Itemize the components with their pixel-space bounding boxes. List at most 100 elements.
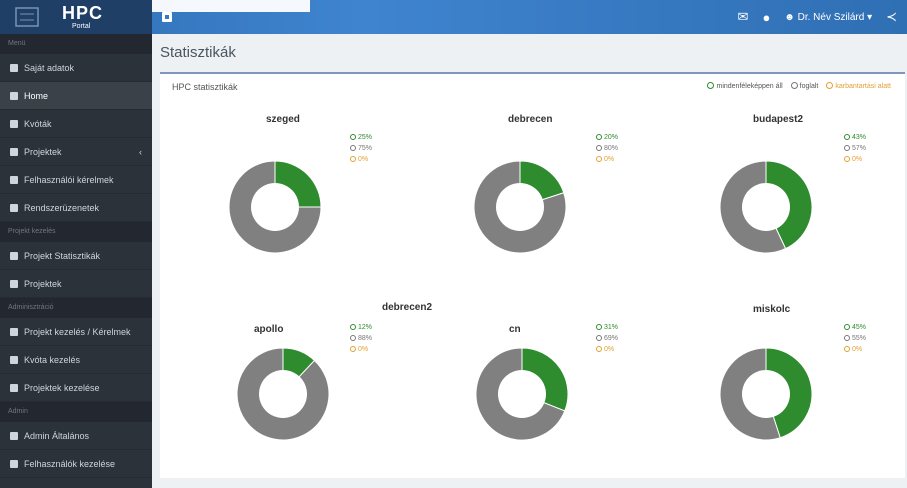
chart-legend-item-maint: 0% — [350, 154, 372, 165]
sidebar-item-admin-general[interactable]: Admin Általános — [0, 422, 152, 450]
donut-chart-debrecen[interactable] — [472, 159, 568, 255]
sidebar-item-profile[interactable]: Saját adatok — [0, 54, 152, 82]
sidebar-item-label: Home — [24, 90, 49, 101]
sidebar-item-label: Felhasználók kezelése — [24, 458, 116, 469]
table-icon — [10, 383, 18, 392]
sidebar-item-label: Felhasználói kérelmek — [24, 174, 114, 185]
data-label: 45% — [852, 324, 867, 331]
data-label: 55% — [852, 335, 867, 342]
sidebar-section: Adminisztráció — [0, 298, 152, 318]
legend-dot-icon — [844, 134, 850, 140]
share-icon[interactable]: ≺ — [886, 9, 897, 25]
chart-legend-item-maint: 0% — [350, 344, 372, 355]
user-icon — [10, 63, 18, 72]
chart-legend-item-busy: 75% — [350, 143, 372, 154]
donut-hole — [498, 370, 546, 418]
legend-dot-icon — [844, 346, 850, 352]
sidebar-item-quota-management[interactable]: Kvóta kezelés — [0, 346, 152, 374]
sidebar-item-label: Projektek kezelése — [24, 382, 100, 393]
chart-icon — [10, 251, 18, 260]
settings-icon[interactable]: ● — [762, 10, 770, 25]
legend-dot-icon — [596, 156, 602, 162]
data-label: 12% — [358, 324, 373, 331]
logo[interactable]: HPC Portal — [0, 0, 152, 34]
donut-chart-apollo[interactable] — [235, 346, 331, 442]
legend-dot-icon — [350, 324, 356, 330]
legend-dot-icon — [350, 134, 356, 140]
sidebar: Menü Saját adatok Home Kvóták Projektek ‹… — [0, 34, 152, 488]
sidebar-item-projects[interactable]: Projektek ‹ — [0, 138, 152, 166]
donut-hole — [259, 370, 307, 418]
sidebar-item-project-stats[interactable]: Projekt Statisztikák — [0, 242, 152, 270]
legend-dot-icon — [596, 145, 602, 151]
legend-dot-icon — [350, 145, 356, 151]
donut-chart-budapest2[interactable] — [718, 159, 814, 255]
sidebar-item-label: Projektek — [24, 146, 62, 157]
sidebar-section: Menü — [0, 34, 152, 54]
chart-title-szeged: szeged — [266, 114, 300, 125]
sidebar-item-label: Projekt kezelés / Kérelmek — [24, 326, 131, 337]
user-icon: ☻ — [784, 11, 795, 23]
donut-hole — [251, 183, 299, 231]
chart-legend-miskolc: 45% 55% 0% — [844, 322, 866, 355]
legend-dot-icon — [596, 335, 602, 341]
table-icon — [10, 355, 18, 364]
data-label: 0% — [852, 346, 863, 353]
legend-dot-icon — [596, 324, 602, 330]
chart-legend-item-free: 43% — [844, 132, 866, 143]
chart-legend-item-free: 12% — [350, 322, 372, 333]
folder-icon — [10, 147, 18, 156]
donut-chart-miskolc[interactable] — [718, 346, 814, 442]
notification-icon[interactable]: ✉ — [738, 9, 749, 25]
legend-label: mindenféleképpen áll — [716, 83, 783, 90]
chart-legend-cn: 31% 69% 0% — [596, 322, 618, 355]
sidebar-item-user-management[interactable]: Felhasználók kezelése — [0, 450, 152, 478]
legend-dot-icon — [596, 346, 602, 352]
sidebar-item-user-requests[interactable]: Felhasználói kérelmek — [0, 166, 152, 194]
data-label: 25% — [358, 134, 373, 141]
chart-legend-item-busy: 69% — [596, 333, 618, 344]
chart-legend-item-busy: 80% — [596, 143, 618, 154]
chart-legend-apollo: 12% 88% 0% — [350, 322, 372, 355]
legend-label: foglalt — [799, 83, 819, 90]
chart-legend-item-free: 20% — [596, 132, 618, 143]
chart-legend-item-busy: 57% — [844, 143, 866, 154]
sidebar-item-label: Kvóta kezelés — [24, 354, 81, 365]
user-menu[interactable]: ☻ Dr. Név Szilárd ▾ — [784, 12, 872, 23]
chevron-left-icon: ‹ — [139, 146, 142, 157]
data-label: 43% — [852, 134, 867, 141]
donut-hole — [742, 370, 790, 418]
chart-legend-szeged: 25% 75% 0% — [350, 132, 372, 165]
data-label: 0% — [358, 156, 369, 163]
donut-chart-szeged[interactable] — [227, 159, 323, 255]
legend-dot-icon — [350, 346, 356, 352]
legend-dot-icon — [596, 134, 602, 140]
top-bar: HPC Portal ✉ ● ☻ Dr. Név Szilárd ▾ ≺ — [0, 0, 907, 34]
sidebar-item-label: Kvóták — [24, 118, 52, 129]
sidebar-item-projects-2[interactable]: Projektek — [0, 270, 152, 298]
group-title: debrecen2 — [382, 302, 433, 313]
sidebar-item-quotas[interactable]: Kvóták — [0, 110, 152, 138]
chart-legend-item-maint: 0% — [596, 344, 618, 355]
chart-legend-item-maint: 0% — [596, 154, 618, 165]
chart-legend-item-busy: 88% — [350, 333, 372, 344]
sidebar-item-system-messages[interactable]: Rendszerüzenetek — [0, 194, 152, 222]
legend-item-busy: foglalt — [790, 82, 819, 90]
chart-title-miskolc: miskolc — [753, 304, 791, 315]
sidebar-item-home[interactable]: Home — [0, 82, 152, 110]
data-label: 80% — [604, 145, 619, 152]
logo-title: HPC — [62, 3, 104, 23]
data-label: 0% — [604, 156, 615, 163]
sidebar-item-project-management[interactable]: Projektek kezelése — [0, 374, 152, 402]
folder-icon — [10, 279, 18, 288]
donut-chart-cn[interactable] — [474, 346, 570, 442]
sidebar-item-project-requests[interactable]: Projekt kezelés / Kérelmek — [0, 318, 152, 346]
chart-legend-item-free: 45% — [844, 322, 866, 333]
data-label: 57% — [852, 145, 867, 152]
sidebar-item-label: Projekt Statisztikák — [24, 250, 101, 261]
panel-title: HPC statisztikák — [172, 82, 238, 92]
menu-toggle-icon[interactable] — [162, 12, 172, 22]
data-label: 0% — [852, 156, 863, 163]
logo-subtitle: Portal — [72, 23, 91, 30]
home-icon — [10, 91, 18, 100]
